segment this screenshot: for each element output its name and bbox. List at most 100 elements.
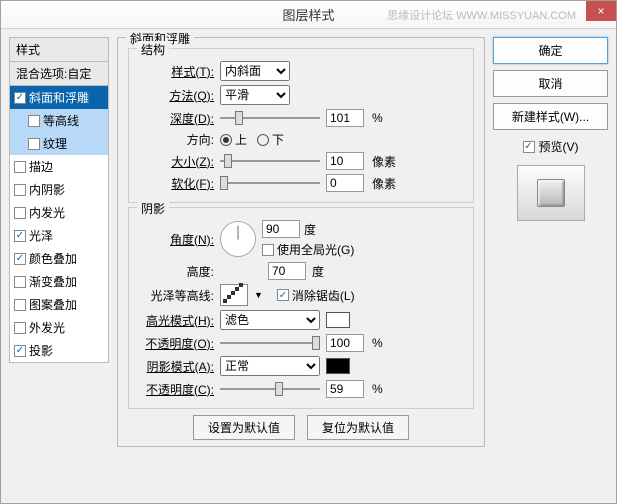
- style-item-3[interactable]: 描边: [10, 155, 108, 178]
- style-item-6[interactable]: 光泽: [10, 224, 108, 247]
- style-item-4[interactable]: 内阴影: [10, 178, 108, 201]
- angle-input[interactable]: [262, 220, 300, 238]
- reset-default-button[interactable]: 复位为默认值: [307, 415, 409, 440]
- styles-list: 斜面和浮雕等高线纹理描边内阴影内发光光泽颜色叠加渐变叠加图案叠加外发光投影: [9, 86, 109, 363]
- style-item-11[interactable]: 投影: [10, 339, 108, 362]
- checkbox-icon[interactable]: [14, 345, 26, 357]
- depth-input[interactable]: [326, 109, 364, 127]
- depth-unit: %: [372, 111, 383, 125]
- preview-thumbnail: [517, 165, 585, 221]
- checkbox-icon[interactable]: [14, 161, 26, 173]
- style-item-7[interactable]: 颜色叠加: [10, 247, 108, 270]
- style-item-label: 投影: [29, 342, 53, 359]
- radio-icon: [257, 134, 269, 146]
- close-icon: ×: [597, 4, 604, 18]
- highlight-mode-label: 高光模式(H):: [139, 312, 214, 329]
- style-item-label: 颜色叠加: [29, 250, 77, 267]
- shadow-color-swatch[interactable]: [326, 358, 350, 374]
- chevron-down-icon[interactable]: ▼: [254, 290, 263, 300]
- shading-legend: 阴影: [137, 200, 169, 217]
- blend-options[interactable]: 混合选项:自定: [9, 62, 109, 86]
- checkbox-icon[interactable]: [14, 276, 26, 288]
- direction-down-radio[interactable]: 下: [257, 131, 284, 148]
- depth-label: 深度(D):: [139, 110, 214, 127]
- style-item-label: 描边: [29, 158, 53, 175]
- size-slider[interactable]: [220, 153, 320, 169]
- soften-input[interactable]: [326, 174, 364, 192]
- direction-up-radio[interactable]: 上: [220, 131, 247, 148]
- checkbox-icon[interactable]: [28, 138, 40, 150]
- style-item-9[interactable]: 图案叠加: [10, 293, 108, 316]
- checkbox-icon: [523, 141, 535, 153]
- style-item-8[interactable]: 渐变叠加: [10, 270, 108, 293]
- watermark: 思缘设计论坛 WWW.MISSYUAN.COM: [387, 7, 576, 23]
- shadow-mode-select[interactable]: 正常: [220, 356, 320, 376]
- cancel-button[interactable]: 取消: [493, 70, 608, 97]
- angle-dial[interactable]: [220, 221, 256, 257]
- highlight-opacity-label: 不透明度(O):: [139, 335, 214, 352]
- altitude-input[interactable]: [268, 262, 306, 280]
- shadow-mode-label: 阴影模式(A):: [139, 358, 214, 375]
- checkbox-icon[interactable]: [14, 253, 26, 265]
- new-style-button[interactable]: 新建样式(W)...: [493, 103, 608, 130]
- depth-slider[interactable]: [220, 110, 320, 126]
- style-item-label: 光泽: [29, 227, 53, 244]
- soften-unit: 像素: [372, 175, 396, 192]
- checkbox-icon[interactable]: [14, 207, 26, 219]
- direction-label: 方向:: [139, 131, 214, 148]
- style-item-5[interactable]: 内发光: [10, 201, 108, 224]
- gloss-contour[interactable]: [220, 284, 248, 306]
- style-item-label: 图案叠加: [29, 296, 77, 313]
- style-item-2[interactable]: 纹理: [10, 132, 108, 155]
- shading-fieldset: 阴影 角度(N): 度 使用全局光(G): [128, 207, 474, 409]
- highlight-color-swatch[interactable]: [326, 312, 350, 328]
- size-label: 大小(Z):: [139, 153, 214, 170]
- method-label: 方法(Q):: [139, 87, 214, 104]
- size-input[interactable]: [326, 152, 364, 170]
- close-button[interactable]: ×: [586, 1, 616, 21]
- styles-panel: 样式 混合选项:自定 斜面和浮雕等高线纹理描边内阴影内发光光泽颜色叠加渐变叠加图…: [9, 37, 109, 495]
- style-item-0[interactable]: 斜面和浮雕: [10, 86, 108, 109]
- structure-fieldset: 结构 样式(T): 内斜面 方法(Q): 平滑 深度(D): %: [128, 48, 474, 203]
- size-unit: 像素: [372, 153, 396, 170]
- highlight-mode-select[interactable]: 滤色: [220, 310, 320, 330]
- soften-slider[interactable]: [220, 175, 320, 191]
- radio-icon: [220, 134, 232, 146]
- style-item-10[interactable]: 外发光: [10, 316, 108, 339]
- checkbox-icon[interactable]: [14, 184, 26, 196]
- checkbox-icon[interactable]: [28, 115, 40, 127]
- angle-label: 角度(N):: [139, 231, 214, 248]
- checkbox-icon[interactable]: [14, 230, 26, 242]
- preview-checkbox[interactable]: 预览(V): [493, 138, 608, 155]
- styles-header[interactable]: 样式: [9, 37, 109, 62]
- highlight-opacity-input[interactable]: [326, 334, 364, 352]
- style-item-label: 外发光: [29, 319, 65, 336]
- global-light-checkbox[interactable]: 使用全局光(G): [262, 241, 354, 258]
- altitude-unit: 度: [312, 263, 324, 280]
- soften-label: 软化(F):: [139, 175, 214, 192]
- method-select[interactable]: 平滑: [220, 85, 290, 105]
- shadow-opacity-label: 不透明度(C):: [139, 381, 214, 398]
- main-panel: 斜面和浮雕 结构 样式(T): 内斜面 方法(Q): 平滑 深度(D):: [117, 37, 485, 495]
- dialog-title: 图层样式: [282, 5, 334, 24]
- style-item-label: 纹理: [43, 135, 67, 152]
- style-item-label: 等高线: [43, 112, 79, 129]
- style-item-1[interactable]: 等高线: [10, 109, 108, 132]
- checkbox-icon[interactable]: [14, 322, 26, 334]
- shadow-opacity-input[interactable]: [326, 380, 364, 398]
- highlight-opacity-slider[interactable]: [220, 335, 320, 351]
- checkbox-icon[interactable]: [14, 299, 26, 311]
- style-item-label: 渐变叠加: [29, 273, 77, 290]
- antialias-checkbox[interactable]: 消除锯齿(L): [277, 287, 355, 304]
- style-select[interactable]: 内斜面: [220, 61, 290, 81]
- style-item-label: 内发光: [29, 204, 65, 221]
- ok-button[interactable]: 确定: [493, 37, 608, 64]
- checkbox-icon: [262, 244, 274, 256]
- make-default-button[interactable]: 设置为默认值: [193, 415, 295, 440]
- style-item-label: 斜面和浮雕: [29, 89, 89, 106]
- shadow-opacity-slider[interactable]: [220, 381, 320, 397]
- checkbox-icon[interactable]: [14, 92, 26, 104]
- structure-legend: 结构: [137, 41, 169, 58]
- layer-style-dialog: 图层样式 思缘设计论坛 WWW.MISSYUAN.COM × 样式 混合选项:自…: [0, 0, 617, 504]
- altitude-label: 高度:: [139, 263, 214, 280]
